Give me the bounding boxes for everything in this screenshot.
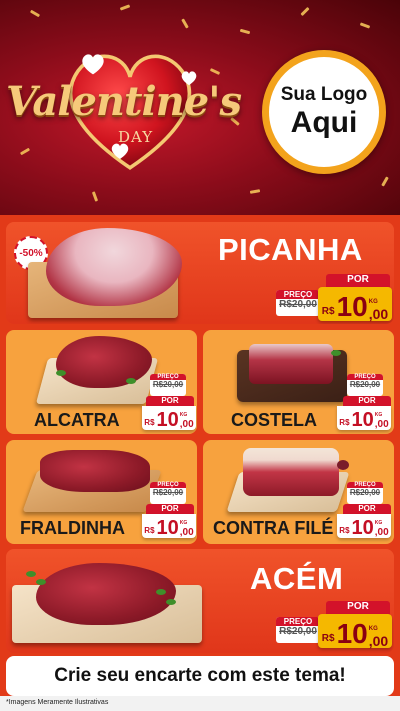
old-price-value: R$20,00 bbox=[152, 380, 184, 389]
product-name: CONTRA FILÉ bbox=[213, 518, 334, 538]
old-price-tag: PREÇO R$20,00 bbox=[347, 374, 383, 396]
old-price-value: R$20,00 bbox=[279, 626, 317, 637]
price-integer: 10 bbox=[156, 517, 179, 539]
price-decimal: ,00 bbox=[179, 527, 194, 538]
product-card-costela: COSTELA PREÇO R$20,00 POR R$ 10 KG ,00 bbox=[203, 330, 394, 434]
small-heart-icon bbox=[82, 54, 104, 75]
valentines-subtitle: DAY bbox=[118, 128, 154, 146]
product-card-contra-file: CONTRA FILÉ PREÇO R$20,00 POR R$ 10 KG ,0… bbox=[203, 440, 394, 544]
currency: R$ bbox=[144, 526, 155, 535]
logo-placeholder: Sua Logo Aqui bbox=[262, 50, 386, 174]
old-price-tag: PREÇO R$20,00 bbox=[276, 290, 320, 316]
currency: R$ bbox=[144, 418, 155, 427]
old-price-value: R$20,00 bbox=[152, 488, 184, 497]
price-tag: R$ 10 KG ,00 bbox=[337, 514, 391, 538]
unit: KG bbox=[374, 520, 383, 526]
product-name: PICANHA bbox=[218, 232, 363, 267]
unit: KG bbox=[374, 412, 383, 418]
unit: KG bbox=[368, 626, 378, 632]
disclaimer-text: *Imagens Meramente Ilustrativas bbox=[6, 699, 109, 706]
product-name: COSTELA bbox=[231, 410, 318, 430]
price-integer: 10 bbox=[336, 291, 368, 322]
logo-line1: Sua Logo bbox=[280, 84, 368, 106]
currency: R$ bbox=[321, 633, 335, 644]
valentines-title: Valentine's bbox=[6, 78, 242, 125]
product-card-fraldinha: FRALDINHA PREÇO R$20,00 POR R$ 10 KG ,00 bbox=[6, 440, 197, 544]
price-tag: R$ 10 KG ,00 bbox=[318, 287, 392, 321]
price-decimal: ,00 bbox=[374, 419, 389, 430]
price-decimal: ,00 bbox=[368, 306, 389, 322]
unit: KG bbox=[368, 299, 378, 305]
old-price-label: PREÇO bbox=[276, 290, 320, 299]
product-name: ALCATRA bbox=[34, 410, 120, 430]
currency: R$ bbox=[339, 418, 350, 427]
price-tag: R$ 10 KG ,00 bbox=[142, 514, 196, 538]
price-tag: R$ 10 KG ,00 bbox=[337, 406, 391, 430]
old-price-tag: PREÇO R$20,00 bbox=[347, 482, 383, 504]
price-decimal: ,00 bbox=[368, 633, 389, 649]
old-price-value: R$20,00 bbox=[349, 488, 381, 497]
price-tag: R$ 10 KG ,00 bbox=[318, 614, 392, 648]
meat-contra-file-image bbox=[243, 448, 339, 496]
product-card-picanha: -50% PICANHA PREÇO R$20,00 POR R$ 10 KG,… bbox=[6, 222, 394, 324]
unit: KG bbox=[179, 412, 188, 418]
currency: R$ bbox=[321, 306, 335, 317]
old-price-tag: PREÇO R$20,00 bbox=[150, 374, 186, 396]
currency: R$ bbox=[339, 526, 350, 535]
price-integer: 10 bbox=[156, 409, 179, 431]
old-price-tag: PREÇO R$20,00 bbox=[276, 617, 320, 643]
price-integer: 10 bbox=[351, 517, 374, 539]
product-card-alcatra: ALCATRA PREÇO R$20,00 POR R$ 10 KG ,00 bbox=[6, 330, 197, 434]
unit: KG bbox=[179, 520, 188, 526]
old-price-label: PREÇO bbox=[276, 617, 320, 626]
old-price-tag: PREÇO R$20,00 bbox=[150, 482, 186, 504]
logo-line2: Aqui bbox=[290, 105, 358, 139]
por-label: POR bbox=[326, 601, 390, 615]
product-name: FRALDINHA bbox=[20, 518, 125, 538]
por-label: POR bbox=[326, 274, 390, 288]
price-decimal: ,00 bbox=[179, 419, 194, 430]
product-name: ACÉM bbox=[250, 561, 344, 596]
meat-fraldinha-image bbox=[40, 450, 150, 492]
price-integer: 10 bbox=[336, 618, 368, 649]
meat-costela-image bbox=[249, 344, 333, 384]
price-decimal: ,00 bbox=[374, 527, 389, 538]
cta-banner: Crie seu encarte com este tema! bbox=[6, 656, 394, 696]
old-price-value: R$20,00 bbox=[279, 299, 317, 310]
old-price-value: R$20,00 bbox=[349, 380, 381, 389]
product-card-acem: ACÉM PREÇO R$20,00 POR R$ 10 KG ,00 bbox=[6, 549, 394, 653]
price-tag: R$ 10 KG ,00 bbox=[142, 406, 196, 430]
price-integer: 10 bbox=[351, 409, 374, 431]
valentines-header: Valentine's DAY Sua Logo Aqui bbox=[0, 0, 400, 215]
